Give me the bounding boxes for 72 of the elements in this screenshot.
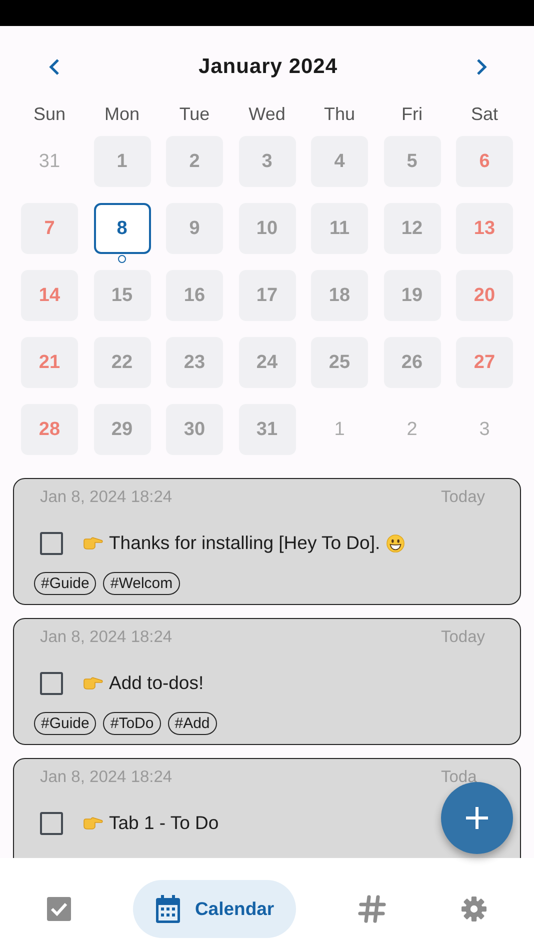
day-cell[interactable]: 23 [166,337,223,388]
day-cell[interactable]: 13 [456,203,513,254]
day-cell[interactable]: 2 [384,404,440,455]
day-cell[interactable]: 29 [94,404,150,455]
weekday-label: Thu [322,108,356,121]
day-cell[interactable]: 9 [166,203,223,254]
todo-text: Thanks for installing [Hey To Do]. [109,532,380,554]
day-cell[interactable]: 27 [456,337,513,388]
day-cell[interactable]: 26 [384,337,440,388]
due-label: Toda [441,768,477,786]
day-cell[interactable]: 3 [238,136,296,187]
hashtag-icon [358,895,386,923]
weekday-label: Mon [103,108,140,121]
day-cell[interactable]: 18 [311,270,368,321]
day-cell[interactable]: 22 [94,337,150,388]
day-cell[interactable]: 5 [384,136,440,187]
day-cell[interactable]: 2 [166,136,223,187]
day-cell[interactable]: 6 [456,136,513,187]
weekday-label: Fri [400,108,424,121]
day-cell[interactable]: 20 [456,270,513,321]
day-cell[interactable]: 4 [311,136,368,187]
todo-card[interactable]: Jan 8, 2024 18:24 Toda Tab 1 - To Do [13,758,521,858]
tag-chip[interactable]: #Guide [34,572,96,595]
checkbox[interactable] [40,812,63,834]
todo-date: Jan 8, 2024 18:24 [40,768,172,788]
weekday-label: Sat [470,108,500,121]
day-cell[interactable]: 12 [384,203,440,254]
tag-chip[interactable]: #Welcom [103,572,180,595]
day-cell[interactable]: 11 [311,203,368,254]
day-cell[interactable]: 10 [238,203,296,254]
checkbox[interactable] [40,532,63,554]
day-cell[interactable]: 28 [21,404,78,455]
todo-card[interactable]: Jan 8, 2024 18:24 Today Thanks for installing [Hey To Do]. #Guide #Welcom [13,478,521,605]
todo-date: Jan 8, 2024 18:24 [40,628,172,648]
calendar-icon [154,895,181,923]
tag-chip[interactable]: #Add [168,712,217,735]
todo-text: Add to-dos! [109,672,204,694]
day-cell[interactable]: 1 [311,404,368,455]
calendar-tab[interactable]: Calendar [132,880,296,938]
plus-icon [465,806,489,830]
day-cell[interactable]: 30 [166,404,223,455]
todo-text: Tab 1 - To Do [109,812,219,834]
tag-chip[interactable]: #ToDo [103,712,161,735]
day-cell[interactable]: 3 [456,404,513,455]
checkbox[interactable] [40,672,63,694]
day-cell[interactable]: 21 [21,337,78,388]
day-cell[interactable]: 31 [21,136,78,187]
day-cell[interactable]: 31 [238,404,296,455]
day-cell[interactable]: 8 [94,203,150,254]
todo-card[interactable]: Jan 8, 2024 18:24 Today Add to-dos! #Guide #ToDo #Add [13,618,521,745]
pointing-hand-icon [83,816,103,830]
day-cell[interactable]: 24 [238,337,296,388]
weekday-label: Sun [32,108,67,121]
day-cell[interactable]: 14 [21,270,78,321]
day-cell[interactable]: 19 [384,270,440,321]
due-label: Today [441,488,486,506]
day-cell[interactable]: 1 [94,136,150,187]
day-cell[interactable]: 25 [311,337,368,388]
tag-chip[interactable]: #Guide [34,712,96,735]
pointing-hand-icon [83,536,103,550]
settings-icon [460,896,487,922]
month-title: January 2024 [198,55,338,79]
weekday-label: Wed [248,108,286,121]
day-cell[interactable]: 16 [166,270,223,321]
due-label: Today [441,628,486,646]
day-cell[interactable]: 15 [94,270,150,321]
day-cell[interactable]: 7 [21,203,78,254]
checkbox-icon [47,897,71,921]
pointing-hand-icon [83,676,103,690]
weekday-label: Tue [178,108,211,121]
todo-date: Jan 8, 2024 18:24 [40,488,172,508]
day-cell[interactable]: 17 [238,270,296,321]
